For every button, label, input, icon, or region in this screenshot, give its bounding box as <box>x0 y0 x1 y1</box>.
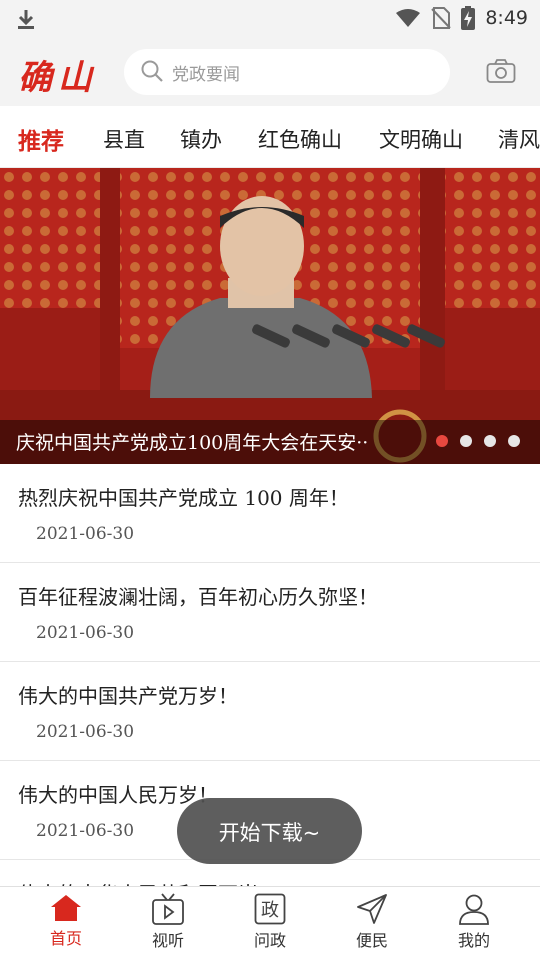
tab-town[interactable]: 镇办 <box>180 124 222 154</box>
tab-red-queshan[interactable]: 红色确山 <box>258 124 342 154</box>
nav-inquiry-label: 问政 <box>253 931 286 950</box>
nav-mine-label: 我的 <box>457 931 490 950</box>
banner-carousel[interactable]: 庆祝中国共产党成立100周年大会在天安·· <box>0 168 540 464</box>
news-date: 2021-06-30 <box>36 623 135 643</box>
tab-qingfeng[interactable]: 清风 <box>498 124 540 154</box>
nav-mine[interactable]: 我的 <box>434 893 514 951</box>
zheng-icon: 政 <box>254 893 286 925</box>
send-icon <box>357 894 387 924</box>
news-item[interactable]: 热烈庆祝中国共产党成立 100 周年！ 2021-06-30 <box>0 464 540 563</box>
news-title: 伟大的中国共产党万岁！ <box>18 684 238 708</box>
news-title: 百年征程波澜壮阔，百年初心历久弥坚！ <box>18 585 378 609</box>
no-sim-icon <box>431 7 452 29</box>
tv-play-icon <box>152 893 184 925</box>
search-placeholder: 党政要闻 <box>172 65 240 85</box>
toast-text: 开始下载~ <box>218 821 321 845</box>
news-title: 伟大的中国人民万岁！ <box>18 783 218 807</box>
nav-home-label: 首页 <box>49 929 82 948</box>
wifi-icon <box>396 9 421 27</box>
svg-text:政: 政 <box>261 900 279 921</box>
battery-charging-icon <box>461 6 476 30</box>
search-bar[interactable]: 党政要闻 <box>124 49 450 95</box>
download-toast: 开始下载~ <box>177 798 362 864</box>
nav-audiovisual-label: 视听 <box>151 931 184 950</box>
banner-caption: 庆祝中国共产党成立100周年大会在天安·· <box>16 432 369 454</box>
news-title: 热烈庆祝中国共产党成立 100 周年！ <box>18 486 349 510</box>
tab-recommend[interactable]: 推荐 <box>18 122 64 156</box>
news-item[interactable]: 伟大的中国共产党万岁！ 2021-06-30 <box>0 662 540 761</box>
camera-icon[interactable] <box>486 58 516 84</box>
news-item[interactable]: 百年征程波澜壮阔，百年初心历久弥坚！ 2021-06-30 <box>0 563 540 662</box>
nav-audiovisual[interactable]: 视听 <box>128 893 208 951</box>
news-list: 热烈庆祝中国共产党成立 100 周年！ 2021-06-30 百年征程波澜壮阔，… <box>0 464 540 959</box>
carousel-dot-3[interactable] <box>484 435 496 447</box>
home-icon <box>51 895 81 921</box>
search-icon <box>141 60 163 82</box>
app-logo: 确山 <box>18 58 98 98</box>
tab-civilized-queshan[interactable]: 文明确山 <box>379 124 463 154</box>
app-header: 确山 党政要闻 <box>0 38 540 106</box>
carousel-dot-2[interactable] <box>460 435 472 447</box>
carousel-dot-4[interactable] <box>508 435 520 447</box>
tab-county[interactable]: 县直 <box>103 124 145 154</box>
bottom-nav: 首页 视听 政 问政 便民 我的 <box>0 886 540 960</box>
news-date: 2021-06-30 <box>36 524 135 544</box>
user-icon <box>459 894 489 925</box>
download-icon <box>18 10 34 29</box>
news-date: 2021-06-30 <box>36 821 135 841</box>
carousel-indicator <box>436 435 520 447</box>
nav-home[interactable]: 首页 <box>26 893 106 949</box>
banner-caption-bar: 庆祝中国共产党成立100周年大会在天安·· <box>0 420 540 464</box>
nav-convenience[interactable]: 便民 <box>332 893 412 951</box>
carousel-dot-1[interactable] <box>436 435 448 447</box>
news-date: 2021-06-30 <box>36 722 135 742</box>
status-icons: 8:49 <box>395 6 528 30</box>
nav-inquiry[interactable]: 政 问政 <box>230 893 310 951</box>
status-time: 8:49 <box>485 7 528 29</box>
nav-convenience-label: 便民 <box>355 931 388 950</box>
status-bar: 8:49 <box>0 0 540 38</box>
category-tabs: 推荐 县直 镇办 红色确山 文明确山 清风 <box>0 106 540 168</box>
